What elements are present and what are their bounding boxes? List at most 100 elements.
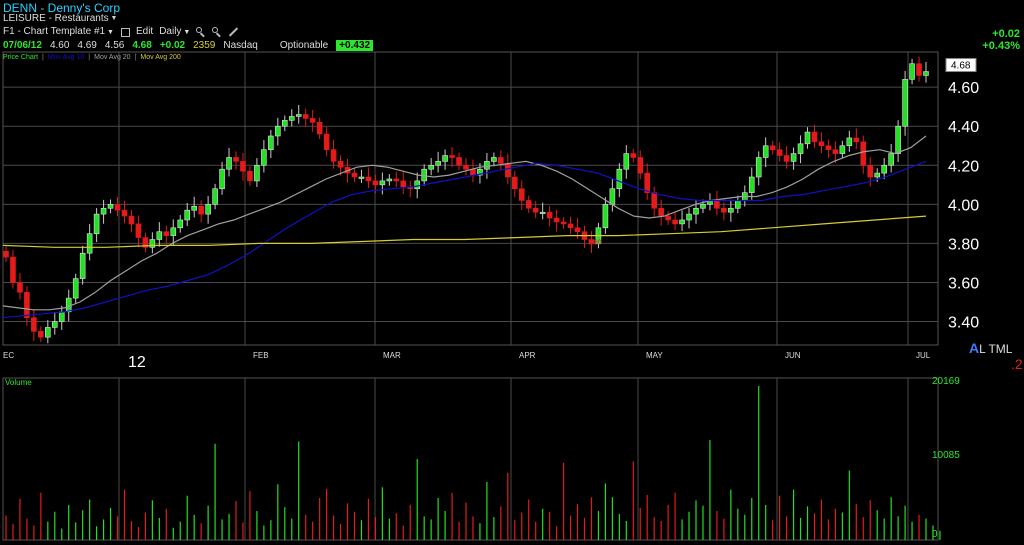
price-tick-label: 4.60: [948, 80, 979, 97]
candle-body: [254, 164, 260, 182]
candle-body: [393, 178, 400, 182]
candle-body: [525, 200, 532, 209]
month-tick-label: EC: [3, 351, 14, 360]
candle-body: [233, 157, 239, 162]
candle-body: [456, 157, 462, 166]
candle-body: [135, 223, 142, 238]
candle-body: [156, 231, 163, 240]
candle-body: [637, 157, 644, 174]
candle-body: [832, 149, 839, 154]
candle-body: [776, 149, 783, 156]
candle-body: [567, 223, 574, 229]
candle-body: [281, 120, 288, 127]
candle-body: [184, 209, 191, 221]
candle-body: [10, 256, 16, 283]
candle-body: [672, 219, 678, 225]
candle-body: [811, 131, 818, 143]
candle-body: [491, 157, 497, 162]
candle-body: [686, 213, 692, 221]
candle-body: [163, 231, 170, 236]
candle-body: [212, 188, 218, 205]
candle-body: [616, 168, 623, 190]
candle-body: [442, 155, 448, 162]
candle-body: [881, 164, 887, 174]
month-tick-label: JUN: [785, 351, 801, 360]
candle-body: [623, 153, 630, 170]
last-price-label: 4.68: [951, 61, 971, 72]
candle-body: [240, 161, 246, 172]
candle-body: [560, 221, 567, 225]
candle-body: [546, 211, 553, 219]
month-tick-label: FEB: [253, 351, 269, 360]
candle-body: [128, 215, 135, 225]
year-label: 12: [128, 354, 146, 371]
ma200-line: [2, 215, 927, 248]
candle-body: [100, 207, 107, 215]
candle-body: [414, 180, 421, 190]
candle-body: [574, 227, 581, 233]
candle-body: [38, 331, 44, 338]
candle-body: [769, 145, 776, 150]
candle-body: [755, 157, 762, 178]
candle-body: [219, 168, 225, 190]
candle-body: [665, 215, 671, 221]
candle-body: [909, 63, 915, 80]
price-tick-label: 3.60: [948, 275, 979, 292]
candle-body: [400, 180, 407, 188]
candle-body: [337, 161, 344, 168]
corner-mark: .2: [1011, 356, 1023, 372]
price-tick-label: 4.20: [948, 158, 979, 175]
candle-body: [86, 233, 93, 254]
candle-body: [295, 114, 302, 117]
candle-body: [532, 207, 539, 213]
candle-body: [839, 145, 846, 154]
low-annotation: 3.80: [588, 239, 602, 246]
candles: [3, 56, 929, 344]
candle-body: [288, 116, 295, 121]
candle-body: [198, 206, 204, 215]
candle-body: [365, 176, 372, 182]
candle-body: [860, 141, 867, 166]
price-panel-frame: [2, 51, 939, 346]
candle-body: [379, 180, 386, 186]
candle-body: [261, 149, 267, 166]
candle-body: [825, 145, 832, 150]
candle-body: [58, 311, 65, 322]
price-tick-label: 4.00: [948, 197, 979, 214]
candle-body: [449, 155, 455, 158]
candle-body: [658, 207, 664, 217]
candle-body: [511, 176, 518, 190]
candle-body: [323, 133, 330, 150]
volume-panel-frame: [2, 377, 939, 541]
stock-chart[interactable]: 4.60 4.40 4.20 4.00 3.80 3.60 3.40 EC FEB MAR APR M…: [0, 0, 1024, 545]
candle-body: [386, 178, 393, 182]
candle-body: [846, 137, 853, 147]
candle-body: [114, 204, 121, 211]
candle-body: [65, 297, 72, 313]
volume-tick-label: 10085: [932, 450, 960, 461]
watermark-rest: L TML: [979, 342, 1013, 356]
candle-body: [748, 176, 755, 193]
candle-body: [498, 157, 504, 164]
candle-body: [602, 204, 609, 229]
month-tick-label: MAY: [646, 351, 663, 360]
candle-body: [372, 180, 379, 186]
candle-body: [31, 317, 37, 332]
month-tick-label: MAR: [383, 351, 401, 360]
candle-body: [463, 164, 469, 170]
candle-body: [226, 157, 232, 170]
candle-body: [351, 172, 358, 178]
candle-body: [247, 170, 253, 182]
ma20-line: [2, 135, 927, 311]
watermark: AL TML: [969, 340, 1012, 356]
candle-body: [679, 219, 685, 225]
candle-body: [45, 327, 51, 338]
candle-body: [505, 163, 511, 178]
candle-body: [867, 164, 874, 178]
candle-body: [107, 204, 114, 209]
candle-body: [518, 188, 525, 201]
candle-body: [121, 209, 128, 217]
candle-body: [790, 153, 797, 162]
candle-body: [762, 145, 769, 158]
candle-body: [268, 135, 274, 150]
